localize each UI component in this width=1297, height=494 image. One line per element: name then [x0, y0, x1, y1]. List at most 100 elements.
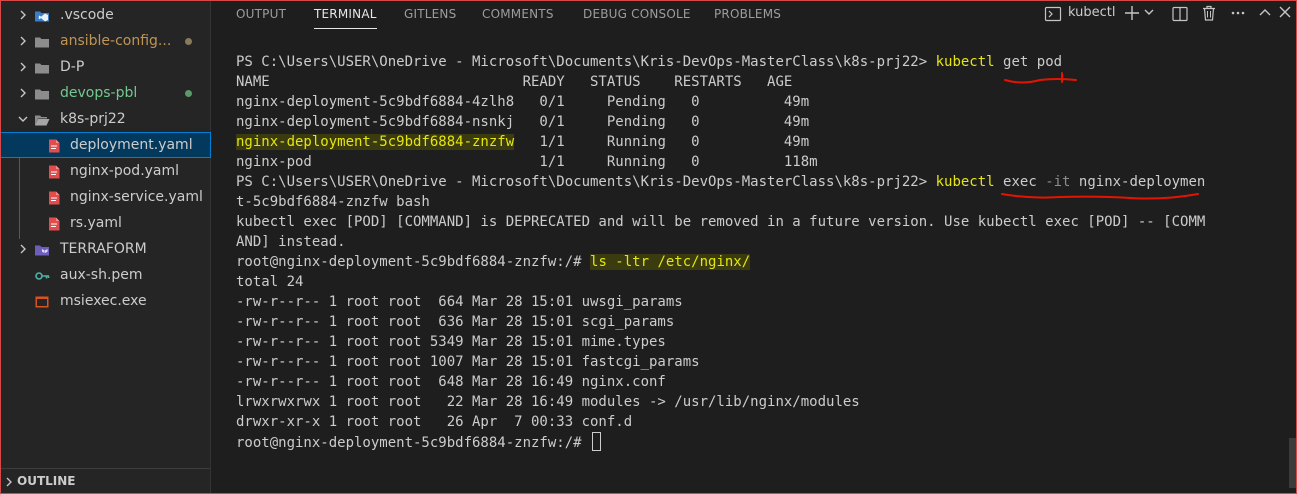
yaml-file-icon [46, 189, 62, 205]
terminal-text: -rw-r--r-- 1 root root 5349 Mar 28 15:01… [236, 334, 666, 350]
tree-item-devops-pbl[interactable]: devops-pbl [0, 80, 211, 106]
tree-item-label: nginx-service.yaml [70, 189, 203, 205]
vscode-folder-icon [34, 7, 50, 23]
terminal-shell-icon[interactable] [1044, 5, 1062, 25]
tree-item-terraform[interactable]: TERRAFORM [0, 236, 211, 262]
terminal-line: root@nginx-deployment-5c9bdf6884-znzfw:/… [236, 252, 751, 272]
more-actions-icon[interactable] [1229, 4, 1247, 24]
tree-item-label: ansible-config... [60, 33, 172, 49]
folder-icon [34, 85, 50, 101]
tree-item-ansible-config[interactable]: ansible-config... [0, 28, 211, 54]
yaml-file-icon [46, 163, 62, 179]
terminal-line: nginx-pod 1/1 Running 0 118m [236, 152, 818, 172]
tree-item-label: TERRAFORM [60, 241, 147, 257]
outline-label: OUTLINE [17, 474, 76, 488]
tree-item-d-p[interactable]: D-P [0, 54, 211, 80]
terminal-text: drwxr-xr-x 1 root root 26 Apr 7 00:33 co… [236, 414, 633, 430]
trash-icon[interactable] [1200, 4, 1218, 24]
tab-problems[interactable]: PROBLEMS [714, 0, 781, 32]
terminal-text: total 24 [236, 274, 304, 290]
highlighted-command: ls -ltr /etc/nginx/ [590, 254, 751, 270]
tree-item-label: aux-sh.pem [60, 267, 143, 283]
tree-item-deployment-yaml[interactable]: deployment.yaml [0, 132, 211, 158]
terminal-line: drwxr-xr-x 1 root root 26 Apr 7 00:33 co… [236, 412, 632, 432]
terminal-line: PS C:\Users\USER\OneDrive - Microsoft\Do… [236, 52, 1062, 72]
terminal-line: t-5c9bdf6884-znzfw bash [236, 192, 430, 212]
terminal-instance-name[interactable]: kubectl [1068, 5, 1115, 20]
terminal-text: NAME READY STATUS RESTARTS AGE [236, 74, 793, 90]
chevron-right-icon[interactable] [16, 236, 30, 262]
exe-file-icon [34, 293, 50, 309]
terraform-folder-icon [34, 241, 50, 257]
chevron-down-icon[interactable] [1143, 6, 1155, 26]
terminal-line: nginx-deployment-5c9bdf6884-znzfw 1/1 Ru… [236, 132, 809, 152]
terminal-line: NAME READY STATUS RESTARTS AGE [236, 72, 792, 92]
terminal-text: -rw-r--r-- 1 root root 648 Mar 28 16:49 … [236, 374, 666, 390]
terminal-line: -rw-r--r-- 1 root root 648 Mar 28 16:49 … [236, 372, 666, 392]
terminal-line: -rw-r--r-- 1 root root 636 Mar 28 15:01 … [236, 312, 674, 332]
chevron-up-icon[interactable] [1258, 6, 1272, 26]
tree-item-label: devops-pbl [60, 85, 138, 101]
terminal-prompt: root@nginx-deployment-5c9bdf6884-znzfw:/… [236, 254, 591, 270]
chevron-down-icon[interactable] [16, 106, 30, 132]
terminal-command: pod [1036, 54, 1063, 70]
terminal-cursor[interactable] [592, 432, 602, 451]
tree-item-vscode[interactable]: .vscode [0, 2, 211, 28]
terminal-line: root@nginx-deployment-5c9bdf6884-znzfw:/… [236, 432, 602, 452]
terminal-text: kubectl exec [POD] [COMMAND] is DEPRECAT… [236, 214, 1206, 230]
modified-dot-icon [185, 90, 192, 97]
tree-item-aux-sh-pem[interactable]: aux-sh.pem [0, 262, 211, 288]
tab-terminal[interactable]: TERMINAL [314, 0, 377, 32]
tree-item-label: deployment.yaml [70, 137, 193, 153]
terminal-text: -rw-r--r-- 1 root root 664 Mar 28 15:01 … [236, 294, 683, 310]
explorer-sidebar: .vscode ansible-config... D-P devops-pbl k8s… [0, 0, 211, 494]
terminal-text: -rw-r--r-- 1 root root 636 Mar 28 15:01 … [236, 314, 675, 330]
tree-item-label: .vscode [60, 7, 114, 23]
terminal-command: exec [994, 174, 1046, 190]
terminal-line: kubectl exec [POD] [COMMAND] is DEPRECAT… [236, 212, 1205, 232]
terminal-prompt: root@nginx-deployment-5c9bdf6884-znzfw:/… [236, 435, 591, 451]
outline-section-header[interactable]: OUTLINE [0, 468, 211, 494]
close-icon[interactable] [1278, 5, 1292, 25]
terminal-line: AND] instead. [236, 232, 346, 252]
tree-item-nginx-pod-yaml[interactable]: nginx-pod.yaml [0, 158, 211, 184]
terminal-text: nginx-deployment-5c9bdf6884-4zlh8 0/1 Pe… [236, 94, 810, 110]
split-terminal-icon[interactable] [1171, 5, 1189, 25]
folder-icon [34, 33, 50, 49]
tab-comments[interactable]: COMMENTS [482, 0, 554, 32]
terminal-text: nginx-deployment-5c9bdf6884-nsnkj 0/1 Pe… [236, 114, 810, 130]
folder-open-icon [34, 111, 50, 127]
terminal-line: -rw-r--r-- 1 root root 1007 Mar 28 15:01… [236, 352, 700, 372]
highlighted-pod-name: nginx-deployment-5c9bdf6884-znzfw [236, 134, 515, 150]
terminal-line: -rw-r--r-- 1 root root 664 Mar 28 15:01 … [236, 292, 683, 312]
tab-output[interactable]: OUTPUT [236, 0, 286, 32]
terminal-command: nginx-deploymen [1070, 174, 1206, 190]
terminal-line: -rw-r--r-- 1 root root 5349 Mar 28 15:01… [236, 332, 666, 352]
terminal-line: nginx-deployment-5c9bdf6884-4zlh8 0/1 Pe… [236, 92, 809, 112]
tree-item-nginx-service-yaml[interactable]: nginx-service.yaml [0, 184, 211, 210]
tree-item-k8s-prj22[interactable]: k8s-prj22 [0, 106, 211, 132]
tree-item-rs-yaml[interactable]: rs.yaml [0, 210, 211, 236]
terminal-command: kubectl [935, 54, 995, 70]
yaml-file-icon [46, 215, 62, 231]
chevron-right-icon[interactable] [16, 2, 30, 28]
terminal-text: -rw-r--r-- 1 root root 1007 Mar 28 15:01… [236, 354, 700, 370]
terminal-line: total 24 [236, 272, 303, 292]
terminal-text: t-5c9bdf6884-znzfw bash [236, 194, 430, 210]
tree-item-label: msiexec.exe [60, 293, 147, 309]
chevron-right-icon[interactable] [16, 54, 30, 80]
terminal-line: nginx-deployment-5c9bdf6884-nsnkj 0/1 Pe… [236, 112, 809, 132]
chevron-right-icon[interactable] [16, 80, 30, 106]
chevron-right-icon[interactable] [16, 28, 30, 54]
tree-item-label: nginx-pod.yaml [70, 163, 180, 179]
terminal-scrollbar[interactable] [1289, 438, 1297, 488]
tab-gitlens[interactable]: GITLENS [404, 0, 456, 32]
terminal-command: get [994, 54, 1037, 70]
terminal-text: 1/1 Running 0 49m [514, 134, 810, 150]
new-terminal-plus-icon[interactable] [1123, 4, 1141, 24]
tab-debug-console[interactable]: DEBUG CONSOLE [583, 0, 691, 32]
tree-item-msiexec-exe[interactable]: msiexec.exe [0, 288, 211, 314]
terminal-line: lrwxrwxrwx 1 root root 22 Mar 28 16:49 m… [236, 392, 860, 412]
terminal-line: PS C:\Users\USER\OneDrive - Microsoft\Do… [236, 172, 1205, 192]
key-file-icon [34, 267, 50, 283]
